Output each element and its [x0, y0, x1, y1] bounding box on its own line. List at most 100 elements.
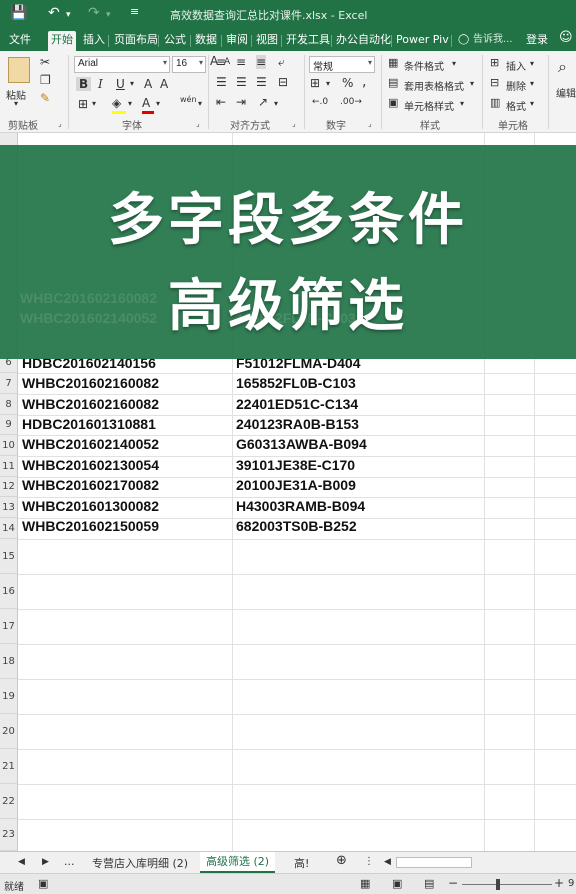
row-header[interactable]: 15	[0, 539, 18, 574]
accounting-dropdown-icon[interactable]: ▾	[326, 79, 330, 88]
delete-cells-icon[interactable]: ⊟	[490, 76, 499, 89]
underline-dropdown-icon[interactable]: ▾	[130, 79, 134, 88]
borders-icon[interactable]: ⊞	[78, 97, 88, 111]
row-header[interactable]: 12	[0, 477, 18, 497]
conditional-format-icon[interactable]: ▦	[388, 56, 398, 69]
tab-file[interactable]: 文件	[6, 32, 34, 50]
redo-icon[interactable]: ↷	[88, 5, 100, 21]
cell-styles-dropdown-icon[interactable]: ▾	[460, 99, 464, 108]
zoom-slider-thumb[interactable]	[496, 879, 500, 890]
table-cell[interactable]: WHBC201602140052	[22, 436, 159, 452]
row-header[interactable]: 20	[0, 714, 18, 749]
table-cell[interactable]: G60313AWBA-B094	[236, 436, 367, 452]
row-header[interactable]: 23	[0, 819, 18, 851]
undo-dropdown-icon[interactable]: ▾	[66, 10, 71, 20]
table-cell[interactable]: WHBC201602130054	[22, 457, 159, 473]
table-cell[interactable]: WHBC201602160082	[22, 375, 159, 391]
font-size-select[interactable]: 16 ▾	[172, 56, 206, 73]
font-size-up-icon[interactable]: A	[144, 77, 152, 91]
alignment-launcher-icon[interactable]: ⌟	[292, 119, 296, 128]
table-cell[interactable]: WHBC201601300082	[22, 498, 159, 514]
row-header[interactable]: 22	[0, 784, 18, 819]
zoom-level[interactable]: 9	[568, 878, 574, 889]
align-right-icon[interactable]: ☰	[256, 75, 267, 89]
undo-icon[interactable]: ↶	[48, 5, 60, 21]
table-cell[interactable]: WHBC201602150059	[22, 518, 159, 534]
bold-button[interactable]: B	[76, 77, 92, 91]
tab-developer[interactable]: 开发工具	[283, 32, 333, 50]
page-break-view-icon[interactable]: ▤	[424, 877, 434, 890]
redo-dropdown-icon[interactable]: ▾	[106, 10, 111, 20]
decrease-decimal-icon[interactable]: .00→	[340, 97, 362, 107]
format-as-table-icon[interactable]: ▤	[388, 76, 398, 89]
font-color-dropdown-icon[interactable]: ▾	[156, 99, 160, 108]
orientation-icon[interactable]: ↗	[258, 95, 268, 109]
font-color-icon[interactable]: A	[142, 96, 150, 110]
format-cells-button[interactable]: 格式	[506, 98, 526, 113]
cell-styles-icon[interactable]: ▣	[388, 96, 398, 109]
row-header[interactable]: 7	[0, 373, 18, 394]
tab-insert[interactable]: 插入	[80, 32, 108, 50]
accounting-format-icon[interactable]: ⊞	[310, 76, 320, 90]
tab-view[interactable]: 视图	[253, 32, 281, 50]
row-header[interactable]: 9	[0, 415, 18, 435]
row-header[interactable]: 21	[0, 749, 18, 784]
page-layout-view-icon[interactable]: ▣	[392, 877, 402, 890]
more-sheets-left-button[interactable]: ...	[64, 855, 75, 868]
increase-indent-icon[interactable]: ⇥	[236, 95, 246, 109]
row-header[interactable]: 13	[0, 497, 18, 518]
next-sheet-icon[interactable]: ▶	[42, 857, 49, 867]
tab-review[interactable]: 审阅	[223, 32, 251, 50]
conditional-format-button[interactable]: 条件格式	[404, 58, 444, 73]
sheet-tab-store-inbound[interactable]: 专营店入库明细 (2)	[92, 855, 188, 871]
row-header[interactable]: 11	[0, 456, 18, 477]
sheet-tab-advanced-filter[interactable]: 高级筛选 (2)	[200, 852, 276, 873]
underline-button[interactable]: U	[116, 77, 125, 91]
tab-scroll-divider-icon[interactable]: ⋮	[364, 856, 374, 867]
align-middle-icon[interactable]: ≡	[236, 55, 246, 69]
row-header[interactable]: 16	[0, 574, 18, 609]
zoom-in-icon[interactable]: +	[554, 876, 564, 890]
customize-toolbar-icon[interactable]: ≡	[130, 5, 139, 18]
delete-cells-button[interactable]: 删除	[506, 78, 526, 93]
editing-group-label[interactable]: 编辑	[556, 85, 576, 100]
conditional-format-dropdown-icon[interactable]: ▾	[452, 59, 456, 68]
row-header[interactable]: 14	[0, 518, 18, 539]
normal-view-icon[interactable]: ▦	[360, 877, 370, 890]
align-center-icon[interactable]: ☰	[236, 75, 247, 89]
phonetic-dropdown-icon[interactable]: ▾	[198, 99, 202, 108]
insert-cells-icon[interactable]: ⊞	[490, 56, 499, 69]
format-as-table-dropdown-icon[interactable]: ▾	[470, 79, 474, 88]
tab-power-pivot[interactable]: Power Pivot	[393, 32, 449, 50]
format-painter-icon[interactable]: ✎	[40, 91, 50, 105]
horizontal-scrollbar-thumb[interactable]	[396, 857, 472, 868]
paste-dropdown-icon[interactable]: ▾	[14, 99, 18, 108]
format-cells-icon[interactable]: ▥	[490, 96, 500, 109]
delete-cells-dropdown-icon[interactable]: ▾	[530, 79, 534, 88]
tab-home[interactable]: 开始	[48, 31, 76, 51]
tab-page-layout[interactable]: 页面布局	[111, 32, 161, 50]
table-cell[interactable]: H43003RAMB-B094	[236, 498, 365, 514]
tab-office-automation[interactable]: 办公自动化	[333, 32, 394, 50]
percent-style-button[interactable]: %	[342, 76, 353, 90]
comma-style-button[interactable]: ,	[362, 74, 366, 90]
row-header[interactable]: 19	[0, 679, 18, 714]
merge-center-icon[interactable]: ⊟	[278, 75, 288, 89]
tab-formulas[interactable]: 公式	[161, 32, 189, 50]
align-bottom-icon[interactable]: ≡	[256, 55, 267, 69]
phonetic-guide-icon[interactable]: wén	[180, 95, 197, 104]
cell-styles-button[interactable]: 单元格样式	[404, 98, 454, 113]
prev-sheet-icon[interactable]: ◀	[18, 857, 25, 867]
borders-dropdown-icon[interactable]: ▾	[92, 99, 96, 108]
font-size-down-icon[interactable]: A	[160, 77, 168, 91]
paste-icon[interactable]	[8, 57, 30, 83]
tell-me-search[interactable]: 告诉我...	[470, 32, 516, 50]
orientation-dropdown-icon[interactable]: ▾	[274, 99, 278, 108]
table-cell[interactable]: 22401ED51C-C134	[236, 396, 358, 412]
table-cell[interactable]: 39101JE38E-C170	[236, 457, 355, 473]
table-cell[interactable]: 165852FL0B-C103	[236, 375, 356, 391]
table-cell[interactable]: 682003TS0B-B252	[236, 518, 357, 534]
format-as-table-button[interactable]: 套用表格格式	[404, 78, 464, 93]
hscroll-left-icon[interactable]: ◀	[384, 857, 391, 867]
align-top-icon[interactable]: ≡	[216, 55, 226, 69]
